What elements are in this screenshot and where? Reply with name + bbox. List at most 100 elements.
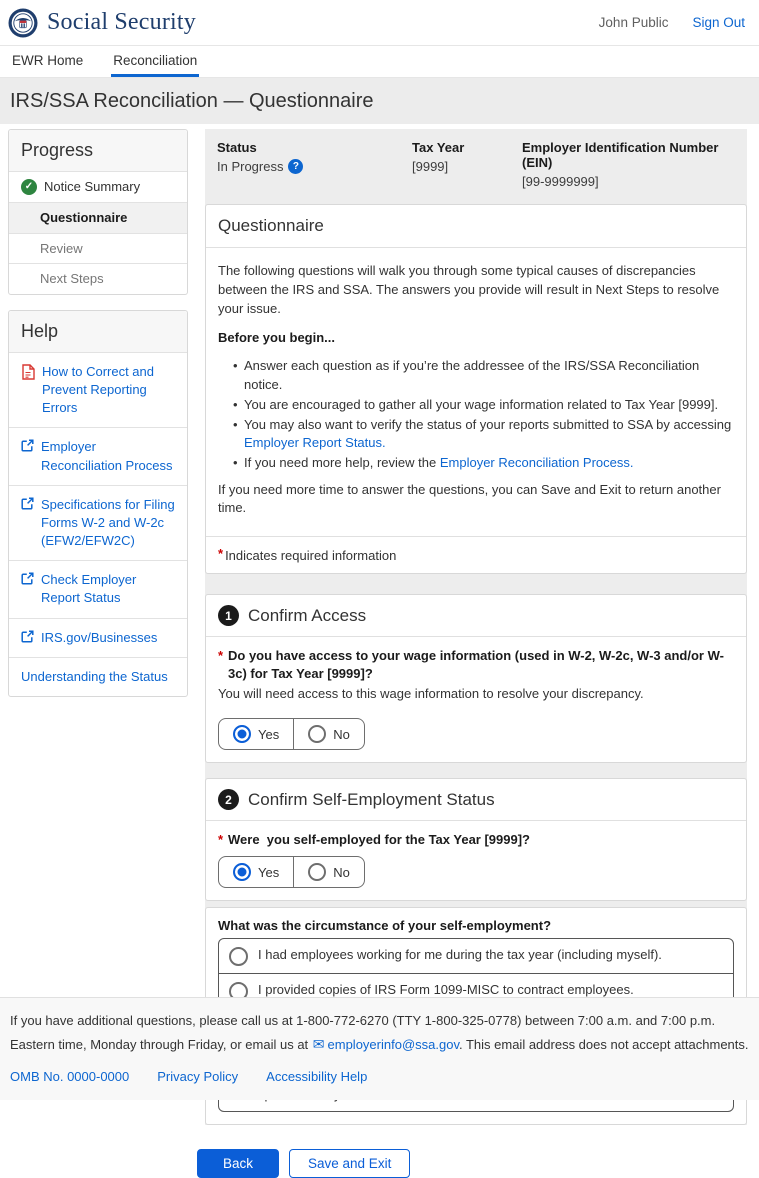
status-value: In Progress?: [217, 159, 412, 174]
nav-tabs: EWR Home Reconciliation: [0, 46, 759, 78]
bullet-text: Answer each question as if you’re the ad…: [244, 358, 699, 391]
section-body: * Do you have access to your wage informa…: [206, 637, 746, 762]
main-column: StatusIn Progress?Tax Year [9999] Employer…: [205, 129, 747, 1125]
help-link: Employer Reconciliation Process: [41, 438, 175, 474]
circumstance-option-label: I had employees working for me during th…: [258, 946, 662, 964]
progress-list: ✓Notice SummaryQuestionnaireReviewNext S…: [9, 171, 187, 294]
intro-bullet: You are encouraged to gather all your wa…: [244, 396, 734, 414]
help-link: Check Employer Report Status: [41, 571, 175, 607]
form-actions: Back Save and Exit: [197, 1149, 759, 1178]
bullet-text: You may also want to verify the status o…: [244, 417, 731, 432]
page-title-band: IRS/SSA Reconciliation — Questionnaire: [0, 78, 759, 124]
footer-contact-text: If you have additional questions, please…: [10, 1009, 749, 1058]
footer-link-privacy-policy[interactable]: Privacy Policy: [157, 1065, 238, 1088]
help-link: IRS.gov/Businesses: [41, 629, 157, 647]
radio-option-label: No: [333, 727, 350, 742]
external-link-icon: [21, 439, 34, 474]
help-link: Specifications for Filing Forms W-2 and …: [41, 496, 175, 551]
required-asterisk: *: [218, 647, 223, 665]
required-asterisk: *: [218, 546, 223, 561]
content-area: Progress ✓Notice SummaryQuestionnaireRev…: [0, 124, 759, 1125]
questionnaire-card: Questionnaire The following questions wi…: [205, 204, 747, 574]
status-col-status: StatusIn Progress?: [217, 140, 412, 189]
section-title: Confirm Access: [248, 606, 366, 626]
radio-selected-icon: [233, 725, 251, 743]
help-item-how-to-correct-and-prevent-reporting-errors[interactable]: How to Correct and Prevent Reporting Err…: [9, 352, 187, 428]
page-title: IRS/SSA Reconciliation — Questionnaire: [10, 90, 374, 113]
question-text: Do you have access to your wage informat…: [228, 648, 724, 681]
progress-panel: Progress ✓Notice SummaryQuestionnaireRev…: [8, 129, 188, 295]
external-link-icon: [21, 630, 34, 647]
intro-bullet-list: Answer each question as if you’re the ad…: [218, 357, 734, 472]
progress-item-notice-summary[interactable]: ✓Notice Summary: [9, 171, 187, 202]
envelope-icon: ✉: [313, 1036, 325, 1052]
radio-icon: [308, 863, 326, 881]
external-link-icon: [21, 572, 34, 607]
help-item-specifications-for-filing-forms-w-2-and-w-2c-efw2-efw2c[interactable]: Specifications for Filing Forms W-2 and …: [9, 485, 187, 561]
section-header: 2 Confirm Self-Employment Status: [206, 779, 746, 821]
sidebar: Progress ✓Notice SummaryQuestionnaireRev…: [8, 129, 188, 697]
radio-selected-icon: [233, 863, 251, 881]
radio-option-no[interactable]: No: [293, 857, 364, 887]
status-value-text: In Progress: [217, 159, 283, 174]
help-link: Understanding the Status: [21, 668, 168, 686]
help-panel: Help How to Correct and Prevent Reportin…: [8, 310, 188, 697]
brand: Social Security: [8, 8, 196, 38]
help-item-irs-gov-businesses[interactable]: IRS.gov/Businesses: [9, 618, 187, 657]
back-button[interactable]: Back: [197, 1149, 279, 1178]
footer-link-accessibility-help[interactable]: Accessibility Help: [266, 1065, 367, 1088]
footer-link-omb-no-0000-0000[interactable]: OMB No. 0000-0000: [10, 1065, 129, 1088]
section-header: 1Confirm Access: [206, 595, 746, 637]
question-helper: You will need access to this wage inform…: [218, 685, 734, 703]
yes-no-radio-group: Yes No: [218, 856, 365, 888]
radio-option-label: Yes: [258, 865, 279, 880]
section-title: Confirm Self-Employment Status: [248, 790, 495, 810]
save-exit-note: If you need more time to answer the ques…: [218, 481, 734, 519]
before-you-begin-heading: Before you begin...: [218, 329, 734, 348]
status-value-text: [99-9999999]: [522, 174, 599, 189]
progress-item-next-steps: Next Steps: [9, 263, 187, 294]
nav-tab-reconciliation[interactable]: Reconciliation: [111, 46, 199, 77]
radio-option-no[interactable]: No: [293, 719, 364, 749]
status-value: [9999]: [412, 159, 522, 174]
app-header: Social Security John Public Sign Out: [0, 0, 759, 46]
radio-icon: [229, 947, 248, 966]
page-footer: If you have additional questions, please…: [0, 997, 759, 1100]
check-icon: ✓: [21, 179, 37, 195]
sign-out-link[interactable]: Sign Out: [692, 15, 745, 30]
help-icon[interactable]: ?: [288, 159, 303, 174]
section-card-confirm-self-employment-status: 2 Confirm Self-Employment Status *Were you…: [205, 778, 747, 901]
progress-item-review: Review: [9, 233, 187, 264]
status-col-tax-year: Tax Year [9999]: [412, 140, 522, 189]
yes-no-radio-group: Yes No: [218, 718, 365, 750]
question-sections: 1Confirm Access * Do you have access to yo…: [205, 574, 747, 901]
status-label: Tax Year: [412, 140, 522, 155]
help-link: How to Correct and Prevent Reporting Err…: [42, 363, 175, 418]
radio-option-yes[interactable]: Yes: [219, 857, 293, 887]
bullet-link[interactable]: Employer Report Status.: [244, 435, 386, 450]
help-item-check-employer-report-status[interactable]: Check Employer Report Status: [9, 560, 187, 617]
help-item-understanding-the-status[interactable]: Understanding the Status: [9, 657, 187, 696]
save-and-exit-button[interactable]: Save and Exit: [289, 1149, 410, 1178]
circumstance-option[interactable]: I had employees working for me during th…: [219, 939, 733, 973]
footer-email-link[interactable]: employerinfo@ssa.gov: [328, 1037, 459, 1052]
nav-tab-ewr-home[interactable]: EWR Home: [10, 46, 85, 77]
bullet-text: If you need more help, review the: [244, 455, 440, 470]
user-name: John Public: [599, 15, 669, 30]
external-link-icon: [21, 497, 34, 551]
circumstance-question: What was the circumstance of your self-e…: [218, 918, 734, 933]
section-card-confirm-access: 1Confirm Access * Do you have access to yo…: [205, 594, 747, 763]
status-bar: StatusIn Progress?Tax Year [9999] Employer…: [205, 129, 747, 198]
progress-title: Progress: [9, 130, 187, 171]
ssa-seal-logo: [8, 8, 38, 38]
section-number-badge: 2: [218, 789, 239, 810]
bullet-link[interactable]: Employer Reconciliation Process.: [440, 455, 634, 470]
section-body: *Were you self-employed for the Tax Year…: [206, 821, 746, 900]
status-value-text: [9999]: [412, 159, 448, 174]
radio-option-yes[interactable]: Yes: [219, 719, 293, 749]
status-value: [99-9999999]: [522, 174, 735, 189]
progress-item-questionnaire[interactable]: Questionnaire: [9, 202, 187, 233]
required-asterisk: *: [218, 831, 223, 849]
help-item-employer-reconciliation-process[interactable]: Employer Reconciliation Process: [9, 427, 187, 484]
status-label: Employer Identification Number (EIN): [522, 140, 735, 170]
